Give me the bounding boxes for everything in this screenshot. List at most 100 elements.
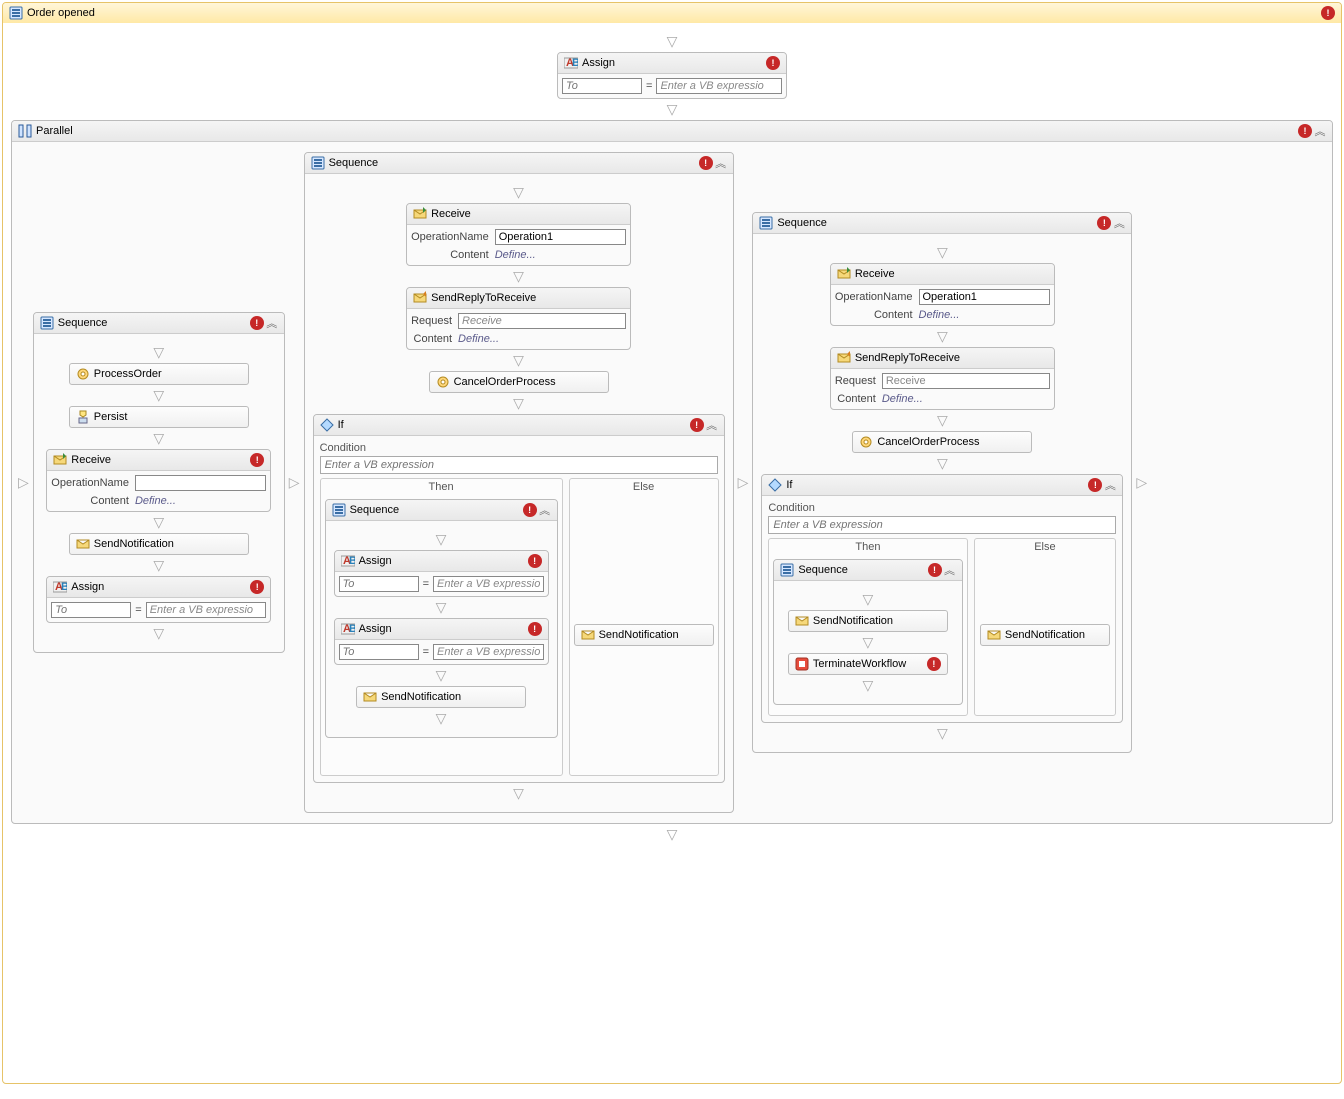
sequence-activity[interactable]: Sequence ! ︽ ▽ Receive: [304, 152, 734, 813]
drop-target-icon[interactable]: ▽: [436, 665, 447, 686]
error-icon[interactable]: !: [1298, 124, 1312, 138]
define-content-link[interactable]: Define...: [882, 393, 1050, 405]
assign-expression-input[interactable]: Enter a VB expressio: [433, 576, 544, 592]
error-icon[interactable]: !: [250, 453, 264, 467]
assign-expression-input[interactable]: Enter a VB expressio: [656, 78, 782, 94]
drop-target-icon[interactable]: ▷: [18, 474, 29, 491]
error-icon[interactable]: !: [928, 563, 942, 577]
drop-target-icon[interactable]: ▽: [513, 350, 524, 371]
parallel-activity[interactable]: Parallel ! ︽ ▷ Sequence ! ︽: [11, 120, 1333, 824]
drop-target-icon[interactable]: ▽: [863, 589, 874, 610]
send-notification-activity[interactable]: SendNotification: [574, 624, 714, 646]
drop-target-icon[interactable]: ▽: [153, 385, 164, 406]
error-icon[interactable]: !: [690, 418, 704, 432]
assign-activity[interactable]: Assign ! = Enter a VB expressio: [557, 52, 787, 99]
drop-target-icon[interactable]: ▽: [513, 266, 524, 287]
request-input[interactable]: [458, 313, 626, 329]
drop-target-icon[interactable]: ▽: [153, 428, 164, 449]
sequence-activity[interactable]: Sequence ! ︽ ▽ Receive: [752, 212, 1132, 753]
cancel-order-activity[interactable]: CancelOrderProcess: [852, 431, 1032, 453]
assign-activity[interactable]: Assign ! =: [334, 550, 549, 597]
send-notification-activity[interactable]: SendNotification: [980, 624, 1110, 646]
error-icon[interactable]: !: [250, 316, 264, 330]
error-icon[interactable]: !: [699, 156, 713, 170]
assign-to-input[interactable]: [339, 644, 419, 660]
drop-target-icon[interactable]: ▽: [11, 31, 1333, 52]
drop-target-icon[interactable]: ▽: [513, 393, 524, 414]
sequence-activity[interactable]: Sequence ! ︽ ▽ ProcessOrder ▽: [33, 312, 285, 653]
define-content-link[interactable]: Define...: [458, 333, 626, 345]
error-icon[interactable]: !: [927, 657, 941, 671]
receive-activity[interactable]: Receive ! OperationName Content Define..…: [46, 449, 271, 512]
drop-target-icon[interactable]: ▽: [863, 632, 874, 653]
error-icon[interactable]: !: [1097, 216, 1111, 230]
assign-expression-input[interactable]: Enter a VB expressio: [433, 644, 544, 660]
drop-target-icon[interactable]: ▷: [738, 474, 749, 491]
assign-expression-input[interactable]: Enter a VB expressio: [146, 602, 267, 618]
drop-target-icon[interactable]: ▽: [937, 723, 948, 744]
collapse-icon[interactable]: ︽: [944, 564, 956, 576]
condition-input[interactable]: [768, 516, 1116, 534]
send-notification-activity[interactable]: SendNotification: [788, 610, 948, 632]
assign-to-input[interactable]: [51, 602, 131, 618]
assign-to-input[interactable]: [562, 78, 642, 94]
drop-target-icon[interactable]: ▽: [11, 824, 1333, 845]
error-icon[interactable]: !: [1088, 478, 1102, 492]
drop-target-icon[interactable]: ▽: [513, 182, 524, 203]
cancel-order-activity[interactable]: CancelOrderProcess: [429, 371, 609, 393]
drop-target-icon[interactable]: ▽: [436, 597, 447, 618]
send-reply-activity[interactable]: SendReplyToReceive Request Content Defin…: [830, 347, 1055, 410]
operation-name-input[interactable]: [919, 289, 1050, 305]
drop-target-icon[interactable]: ▽: [937, 242, 948, 263]
drop-target-icon[interactable]: ▽: [153, 342, 164, 363]
terminate-workflow-activity[interactable]: TerminateWorkflow !: [788, 653, 948, 675]
collapse-icon[interactable]: ︽: [706, 419, 718, 431]
request-input[interactable]: [882, 373, 1050, 389]
condition-input[interactable]: [320, 456, 718, 474]
drop-target-icon[interactable]: ▽: [436, 708, 447, 729]
send-notification-activity[interactable]: SendNotification: [69, 533, 249, 555]
send-reply-activity[interactable]: SendReplyToReceive Request Content Defin…: [406, 287, 631, 350]
drop-target-icon[interactable]: ▽: [153, 623, 164, 644]
sequence-activity[interactable]: Sequence ! ︽ ▽: [773, 559, 962, 705]
drop-target-icon[interactable]: ▽: [153, 512, 164, 533]
define-content-link[interactable]: Define...: [919, 309, 1050, 321]
error-icon[interactable]: !: [528, 554, 542, 568]
collapse-icon[interactable]: ︽: [715, 157, 727, 169]
collapse-icon[interactable]: ︽: [266, 317, 278, 329]
assign-activity[interactable]: Assign ! =: [334, 618, 549, 665]
error-icon[interactable]: !: [766, 56, 780, 70]
send-notification-activity[interactable]: SendNotification: [356, 686, 526, 708]
drop-target-icon[interactable]: ▽: [513, 783, 524, 804]
receive-activity[interactable]: Receive OperationName Content Define...: [406, 203, 631, 266]
define-content-link[interactable]: Define...: [135, 495, 266, 507]
root-header[interactable]: Order opened !: [3, 3, 1341, 23]
operation-name-input[interactable]: [135, 475, 266, 491]
if-activity[interactable]: If ! ︽ Condition Then: [761, 474, 1123, 723]
collapse-icon[interactable]: ︽: [1113, 217, 1125, 229]
drop-target-icon[interactable]: ▷: [1136, 474, 1147, 491]
if-activity[interactable]: If ! ︽ Condition Then: [313, 414, 725, 783]
drop-target-icon[interactable]: ▷: [289, 474, 300, 491]
error-icon[interactable]: !: [523, 503, 537, 517]
drop-target-icon[interactable]: ▽: [863, 675, 874, 696]
drop-target-icon[interactable]: ▽: [937, 326, 948, 347]
sequence-activity[interactable]: Sequence ! ︽ ▽: [325, 499, 558, 738]
assign-to-input[interactable]: [339, 576, 419, 592]
error-icon[interactable]: !: [250, 580, 264, 594]
receive-activity[interactable]: Receive OperationName Content Define...: [830, 263, 1055, 326]
process-order-activity[interactable]: ProcessOrder: [69, 363, 249, 385]
assign-activity[interactable]: Assign ! = Enter a VB expressio: [46, 576, 271, 623]
operation-name-input[interactable]: [495, 229, 626, 245]
collapse-icon[interactable]: ︽: [1314, 125, 1326, 137]
error-icon[interactable]: !: [1321, 6, 1335, 20]
drop-target-icon[interactable]: ▽: [937, 453, 948, 474]
collapse-icon[interactable]: ︽: [539, 504, 551, 516]
collapse-icon[interactable]: ︽: [1104, 479, 1116, 491]
drop-target-icon[interactable]: ▽: [436, 529, 447, 550]
define-content-link[interactable]: Define...: [495, 249, 626, 261]
drop-target-icon[interactable]: ▽: [11, 99, 1333, 120]
drop-target-icon[interactable]: ▽: [153, 555, 164, 576]
error-icon[interactable]: !: [528, 622, 542, 636]
drop-target-icon[interactable]: ▽: [937, 410, 948, 431]
